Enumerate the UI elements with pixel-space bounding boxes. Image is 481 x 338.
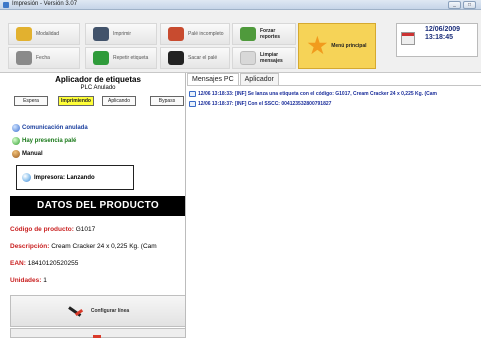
operator-icon [12, 150, 20, 158]
toolbar: Modalidad Imprimir Palé incompleto Forza… [0, 10, 481, 73]
title-bar: Impresión - Versión 3.07 _ □ [0, 0, 481, 10]
configure-line-button[interactable]: Configurar línea [10, 295, 185, 327]
pale-incompleto-label: Palé incompleto [188, 31, 224, 37]
communication-status: Comunicación anulada [12, 124, 88, 132]
modalidad-label: Modalidad [36, 31, 60, 37]
tab-strip: Mensajes PC Aplicador [187, 73, 280, 85]
printer-status-box: Impresora: Lanzando [16, 165, 134, 190]
fecha-label: Fecha [36, 55, 50, 61]
repetir-etiqueta-label: Repetir etiqueta [113, 55, 149, 61]
product-data-header: DATOS DEL PRODUCTO [10, 196, 185, 216]
printer-icon [93, 27, 109, 41]
repeat-icon [93, 51, 109, 65]
green-light-icon [12, 137, 20, 145]
current-time: 13:18:45 [425, 34, 454, 41]
pallet-icon [168, 27, 184, 41]
sacar-pale-button[interactable]: Sacar el palé [160, 47, 230, 69]
plc-status: PLC Anulado [80, 85, 116, 91]
limpiar-mensajes-button[interactable]: Limpiar mensajes [232, 47, 296, 69]
message-icon [189, 101, 196, 107]
mode-aplicando-button[interactable]: Aplicando [102, 96, 136, 106]
repetir-etiqueta-button[interactable]: Repetir etiqueta [85, 47, 157, 69]
limpiar-mensajes-label: Limpiar mensajes [260, 52, 283, 64]
clock-panel: 12/06/2009 13:18:45 [396, 23, 478, 57]
imprimir-button[interactable]: Imprimir [85, 23, 157, 45]
product-description: Descripción: Cream Cracker 24 x 0,225 Kg… [10, 243, 157, 250]
mode-imprimiendo-button[interactable]: Imprimiendo [58, 96, 94, 106]
printer-status-text: Impresora: Lanzando [34, 174, 95, 181]
log-entry: 12/06 13:18:33: [INF] Se lanza una etiqu… [189, 91, 437, 97]
message-icon [189, 91, 196, 97]
star-icon: ★ [307, 33, 328, 58]
sacar-pale-label: Sacar el palé [188, 55, 218, 61]
forzar-reportes-label: Forzar reportes [260, 28, 281, 40]
fecha-button[interactable]: Fecha [8, 47, 80, 69]
globe-icon [12, 124, 20, 132]
imprimir-label: Imprimir [113, 31, 132, 37]
maximize-button[interactable]: □ [463, 1, 476, 9]
applicator-panel: Aplicador de etiquetas PLC Anulado Esper… [10, 73, 186, 338]
printer-status-icon [22, 173, 31, 182]
mode-bypass-button[interactable]: Bypass [150, 96, 184, 106]
calendar-icon [401, 32, 415, 45]
message-log[interactable]: 12/06 13:18:33: [INF] Se lanza una etiqu… [187, 85, 481, 338]
product-code: Código de producto: G1017 [10, 226, 96, 233]
panel-title: Aplicador de etiquetas [55, 75, 141, 84]
manual-status: Manual [12, 150, 43, 158]
next-button[interactable] [10, 328, 185, 338]
date-icon [16, 51, 32, 65]
switch-icon [16, 27, 32, 41]
clear-icon [240, 51, 256, 65]
configure-line-label: Configurar línea [90, 308, 130, 314]
messages-panel: Mensajes PC Aplicador 12/06 13:18:33: [I… [187, 73, 481, 338]
report-icon [240, 27, 256, 41]
log-entry: 12/06 13:18:37: [INF] Con el SSCC: 00412… [189, 101, 331, 107]
product-ean: EAN: 18410120520255 [10, 260, 79, 267]
minimize-button[interactable]: _ [448, 1, 461, 9]
main-menu-button[interactable]: ★ Menú principal [298, 23, 376, 69]
mode-espera-button[interactable]: Espera [14, 96, 48, 106]
main-menu-label: Menú principal [331, 43, 367, 49]
pale-incompleto-button[interactable]: Palé incompleto [160, 23, 230, 45]
current-date: 12/06/2009 [425, 26, 461, 33]
app-icon [3, 2, 9, 8]
forzar-reportes-button[interactable]: Forzar reportes [232, 23, 296, 45]
forward-icon [168, 51, 184, 65]
product-units: Unidades: 1 [10, 277, 47, 284]
modalidad-button[interactable]: Modalidad [8, 23, 80, 45]
window-title: Impresión - Versión 3.07 [12, 1, 78, 7]
tab-aplicador[interactable]: Aplicador [239, 73, 279, 85]
pallet-presence-status: Hay presencia palé [12, 137, 76, 145]
tab-mensajes-pc[interactable]: Mensajes PC [187, 73, 239, 85]
tools-icon [67, 304, 85, 318]
